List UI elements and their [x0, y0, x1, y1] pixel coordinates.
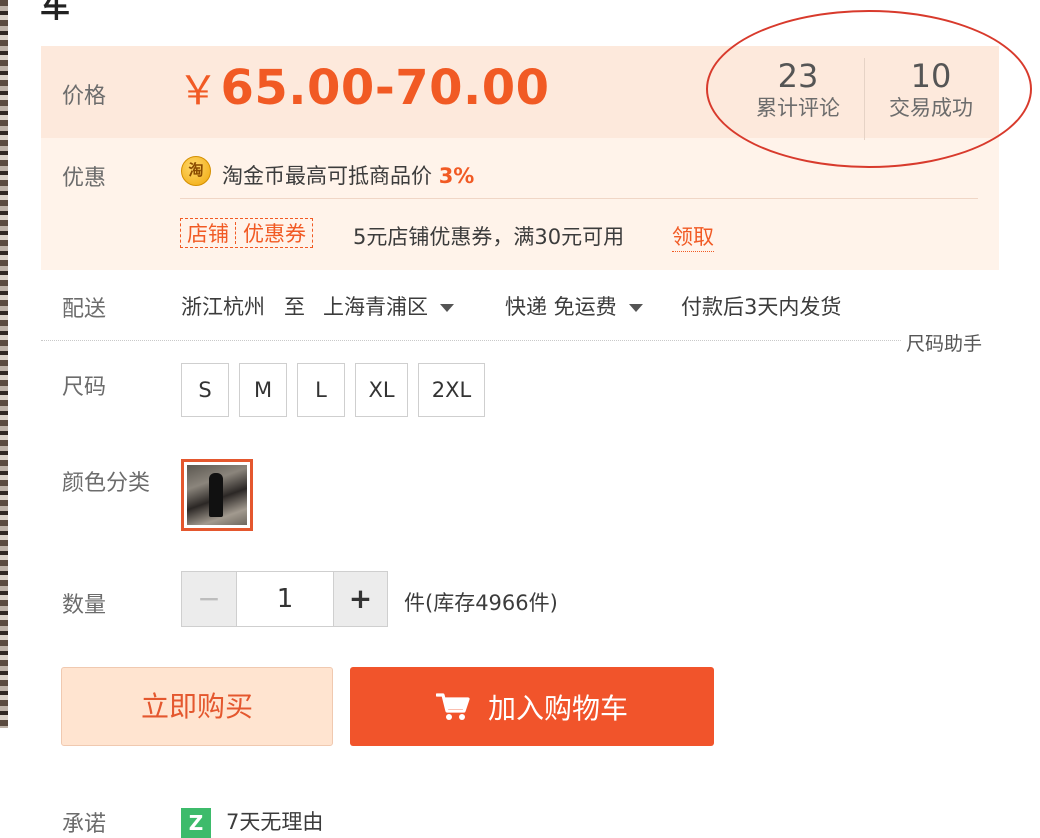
coupon-tag-right: 优惠券 — [243, 222, 306, 246]
size-helper-link[interactable]: 尺码助手 — [906, 329, 982, 356]
buy-now-button[interactable]: 立即购买 — [61, 667, 333, 746]
quantity-input[interactable]: 1 — [236, 571, 334, 627]
ship-destination-select[interactable]: 上海青浦区 — [323, 291, 454, 321]
claim-coupon-link[interactable]: 领取 — [672, 221, 714, 252]
ship-method: 快递 免运费 — [505, 295, 617, 319]
add-to-cart-button[interactable]: 加入购物车 — [350, 667, 714, 746]
color-swatch-selected[interactable] — [181, 459, 253, 531]
price-label: 价格 — [62, 84, 107, 109]
quantity-decrease-button[interactable]: − — [181, 571, 237, 627]
promo-divider — [180, 198, 978, 199]
ship-dispatch: 付款后3天内发货 — [681, 295, 842, 319]
promise-label: 承诺 — [62, 812, 107, 837]
coin-promo-text: 淘金币最高可抵商品价 — [222, 164, 432, 188]
color-swatch-thumbnail — [187, 465, 247, 525]
size-option-m[interactable]: M — [239, 363, 287, 417]
ship-method-select[interactable]: 快递 免运费 — [505, 291, 643, 321]
quantity-increase-button[interactable]: + — [333, 571, 388, 627]
taobao-coin-icon: 淘 — [181, 156, 211, 186]
currency-symbol: ￥ — [178, 68, 219, 114]
coin-promo-percent: 3% — [438, 164, 475, 188]
size-option-2xl[interactable]: 2XL — [418, 363, 485, 417]
quantity-label: 数量 — [62, 593, 107, 618]
ship-to: 至 — [284, 295, 305, 319]
stock-info: 件(库存4966件) — [404, 591, 558, 615]
section-divider — [41, 340, 901, 341]
size-option-s[interactable]: S — [181, 363, 229, 417]
ship-destination: 上海青浦区 — [323, 295, 428, 319]
chevron-down-icon — [628, 304, 643, 312]
product-image-edge — [0, 0, 8, 728]
coupon-tag-left: 店铺 — [187, 222, 229, 246]
promotion-label: 优惠 — [62, 166, 107, 191]
price-range: ￥65.00-70.00 — [178, 58, 550, 116]
size-label: 尺码 — [62, 375, 107, 400]
promise-text: 7天无理由 — [226, 810, 324, 834]
price-value: 65.00-70.00 — [220, 60, 550, 116]
color-label: 颜色分类 — [62, 471, 151, 496]
title-fragment: 车 — [40, 0, 70, 25]
chevron-down-icon — [440, 304, 454, 312]
ship-origin: 浙江杭州 — [181, 295, 265, 319]
add-to-cart-label: 加入购物车 — [487, 691, 628, 725]
store-coupon-tag: 店铺 优惠券 — [180, 218, 313, 248]
size-option-xl[interactable]: XL — [355, 363, 408, 417]
seven-day-return-icon: Z — [181, 808, 211, 838]
shopping-cart-icon — [435, 692, 470, 720]
coin-promo: 淘金币最高可抵商品价 3% — [222, 160, 474, 190]
coupon-description: 5元店铺优惠券，满30元可用 — [353, 225, 625, 249]
shipping-label: 配送 — [62, 297, 107, 322]
annotation-circle — [706, 10, 1032, 168]
size-option-l[interactable]: L — [297, 363, 345, 417]
